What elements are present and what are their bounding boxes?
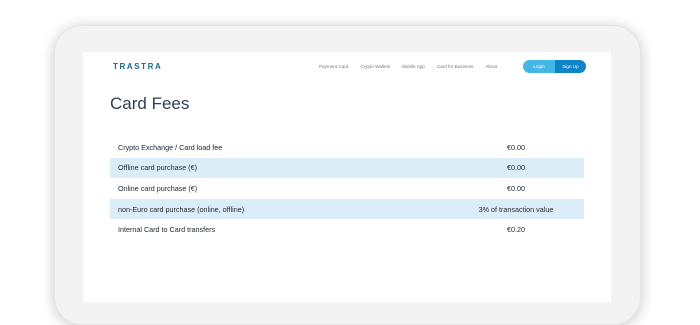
nav-mobile-app[interactable]: Mobile App (402, 64, 425, 69)
nav-card-for-business[interactable]: Card for Business (437, 64, 474, 69)
fee-value: €0.00 (507, 163, 525, 173)
fee-value: €0.00 (507, 142, 525, 152)
nav-crypto-wallets[interactable]: Crypto Wallets (360, 64, 390, 69)
nav-payment-card[interactable]: Payment Card (319, 64, 348, 69)
table-row: Crypto Exchange / Card load fee €0.00 (110, 137, 584, 158)
table-row: Online card purchase (€) €0.00 (110, 178, 584, 199)
main-nav: Payment Card Crypto Wallets Mobile App C… (319, 64, 497, 69)
fees-table: Crypto Exchange / Card load fee €0.00 Of… (110, 137, 584, 240)
fee-label: Internal Card to Card transfers (118, 225, 216, 235)
fee-value: €0.00 (507, 183, 525, 193)
nav-about[interactable]: About (485, 64, 497, 69)
fee-label: Crypto Exchange / Card load fee (118, 142, 223, 152)
table-row: Offline card purchase (€) €0.00 (110, 157, 584, 179)
fee-value: €0.20 (507, 225, 525, 235)
signup-button[interactable]: Sign Up (555, 60, 586, 73)
fee-label: Offline card purchase (€) (118, 163, 197, 173)
browser-screen: TRASTRA Payment Card Crypto Wallets Mobi… (83, 52, 611, 302)
fee-label: non-Euro card purchase (online, offline) (118, 204, 245, 214)
brand-logo[interactable]: TRASTRA (113, 62, 162, 71)
page-title: Card Fees (110, 94, 190, 113)
table-row: Internal Card to Card transfers €0.20 (110, 219, 584, 240)
fee-label: Online card purchase (€) (118, 183, 198, 193)
login-button[interactable]: Login (523, 60, 555, 73)
table-row: non-Euro card purchase (online, offline)… (110, 198, 584, 220)
fee-value: 3% of transaction value (478, 204, 554, 214)
